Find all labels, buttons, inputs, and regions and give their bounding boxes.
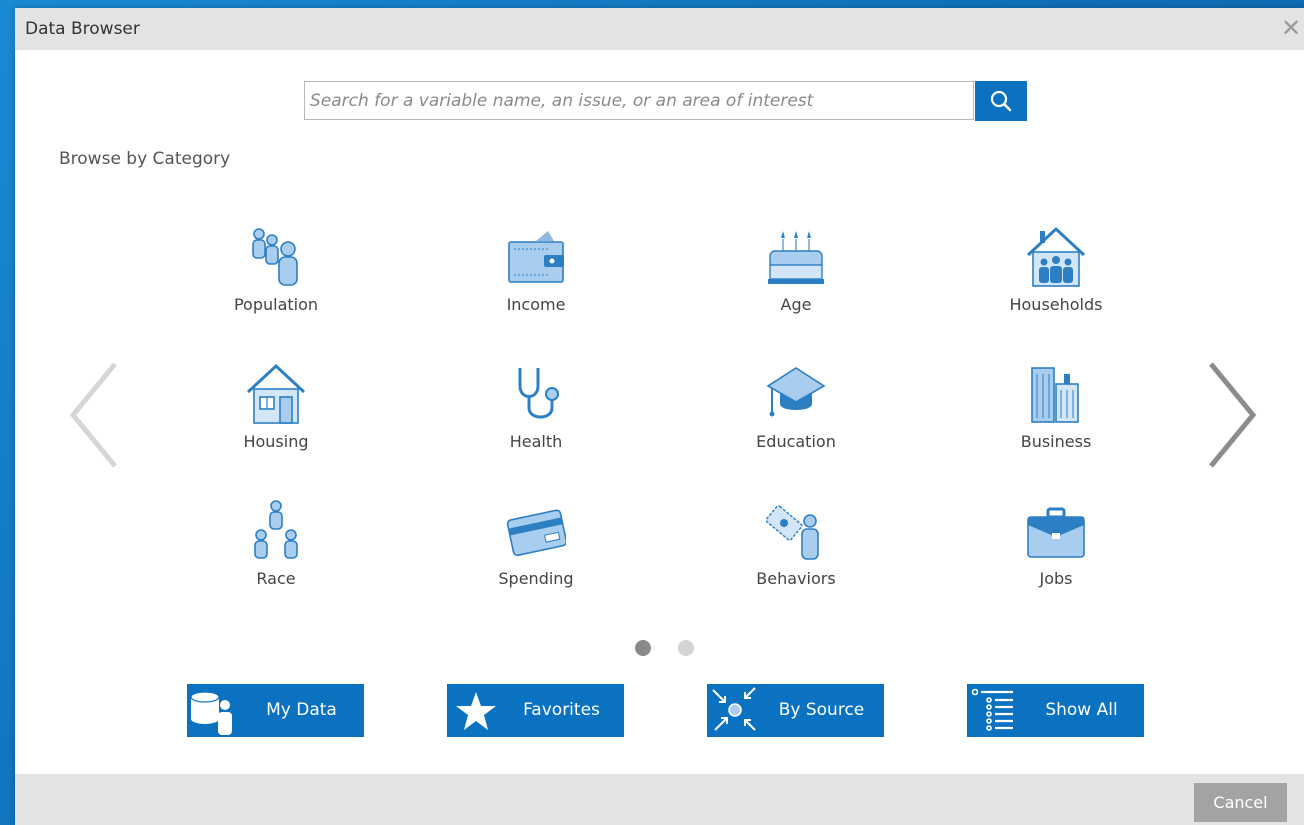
by-source-label: By Source [778, 700, 865, 720]
my-data-label: My Data [266, 700, 337, 720]
person-with-money-icon [766, 505, 819, 560]
by-source-button[interactable]: By Source [707, 684, 884, 737]
database-user-icon [190, 691, 232, 735]
pagination-dots [635, 638, 705, 658]
star-icon [456, 692, 496, 730]
next-page-arrow-icon[interactable] [1205, 360, 1259, 470]
birthday-cake-icon [768, 231, 824, 284]
browse-by-category-label: Browse by Category [59, 149, 231, 169]
show-all-label: Show All [1045, 700, 1118, 720]
close-icon[interactable]: ✕ [1278, 14, 1304, 42]
category-label: Education [756, 432, 836, 451]
previous-page-arrow-icon[interactable] [67, 360, 121, 470]
house-icon [246, 363, 306, 424]
dialog-title: Data Browser [25, 19, 140, 39]
source-arrows-icon [712, 687, 756, 731]
category-label: Households [1009, 295, 1103, 314]
people-group-icon [254, 500, 298, 559]
search-input[interactable] [305, 82, 970, 119]
category-business[interactable]: Business [976, 362, 1136, 472]
category-label: Spending [498, 569, 574, 588]
category-label: Age [780, 295, 812, 314]
population-icon [252, 228, 298, 286]
category-age[interactable]: Age [716, 225, 876, 335]
category-label: Behaviors [756, 569, 836, 588]
category-income[interactable]: Income [456, 225, 616, 335]
favorites-label: Favorites [523, 700, 600, 720]
category-education[interactable]: Education [716, 362, 876, 472]
category-label: Population [233, 295, 319, 314]
category-housing[interactable]: Housing [196, 362, 356, 472]
title-bar: Data Browser ✕ [15, 8, 1304, 50]
category-spending[interactable]: Spending [456, 499, 616, 609]
credit-card-icon [506, 509, 566, 557]
page-dot-2[interactable] [678, 640, 694, 656]
wallet-icon [508, 231, 564, 283]
list-icon [971, 688, 1013, 731]
search-button[interactable] [975, 81, 1027, 121]
category-jobs[interactable]: Jobs [976, 499, 1136, 609]
cancel-button[interactable]: Cancel [1194, 783, 1287, 822]
my-data-button[interactable]: My Data [187, 684, 364, 737]
category-households[interactable]: Households [976, 225, 1136, 335]
favorites-button[interactable]: Favorites [447, 684, 624, 737]
family-house-icon [1026, 226, 1086, 287]
category-race[interactable]: Race [196, 499, 356, 609]
search-icon [990, 90, 1012, 112]
page-dot-1[interactable] [635, 640, 651, 656]
category-label: Business [1020, 432, 1092, 451]
category-health[interactable]: Health [456, 362, 616, 472]
category-label: Jobs [1039, 569, 1073, 588]
graduation-cap-icon [766, 367, 826, 417]
category-label: Race [256, 569, 296, 588]
category-label: Income [506, 295, 566, 314]
briefcase-icon [1027, 507, 1085, 558]
data-browser-dialog: Data Browser ✕ Browse by Category [15, 8, 1304, 825]
category-behaviors[interactable]: Behaviors [716, 499, 876, 609]
category-label: Health [509, 432, 563, 451]
dialog-footer: Cancel [15, 774, 1304, 825]
category-population[interactable]: Population [196, 225, 356, 335]
category-label: Housing [243, 432, 309, 451]
search-box [304, 81, 974, 120]
stethoscope-icon [518, 368, 559, 419]
office-buildings-icon [1031, 367, 1079, 423]
show-all-button[interactable]: Show All [967, 684, 1144, 737]
